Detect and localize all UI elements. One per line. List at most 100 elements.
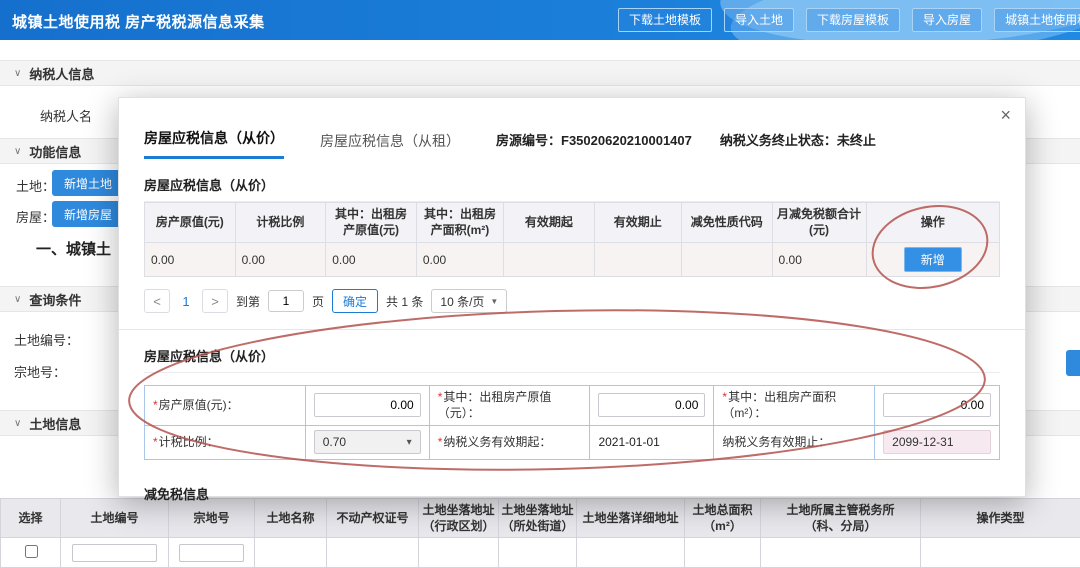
section-taxpayer-title: 纳税人信息 bbox=[29, 64, 94, 83]
reduction-section-title: 减免税信息 bbox=[144, 484, 1000, 510]
termination-status: 纳税义务终止状态：未终止 bbox=[720, 130, 876, 159]
col-select: 选择 bbox=[1, 499, 61, 538]
valid-from-label: *纳税义务有效期起： bbox=[429, 425, 590, 459]
section-taxpayer-info[interactable]: ∨ 纳税人信息 bbox=[0, 60, 1080, 86]
required-mark: * bbox=[153, 435, 158, 449]
col-original-value: 房产原值(元) bbox=[145, 203, 236, 243]
tax-ratio-select[interactable]: 0.70 ▾ bbox=[314, 430, 421, 454]
cell-original-value: 0.00 bbox=[145, 243, 236, 277]
query-button-partial[interactable] bbox=[1066, 350, 1080, 376]
original-value-label: *房产原值(元)： bbox=[145, 386, 306, 425]
pagination: < 1 > 到第 页 确定 共 1 条 10 条/页 ▼ bbox=[144, 289, 1000, 313]
add-land-button[interactable]: 新增土地 bbox=[52, 170, 124, 196]
section-divider bbox=[119, 329, 1025, 330]
valid-to-readonly-field: 2099-12-31 bbox=[883, 430, 991, 454]
required-mark: * bbox=[722, 390, 727, 404]
row-select-checkbox[interactable] bbox=[25, 545, 38, 558]
import-land-button[interactable]: 导入土地 bbox=[724, 8, 794, 32]
download-house-template-button[interactable]: 下载房屋模板 bbox=[806, 8, 900, 32]
label-text: 其中：出租房产原值（元）： bbox=[438, 390, 552, 420]
table-section-title: 房屋应税信息（从价） bbox=[144, 175, 1000, 202]
tab-house-tax-rental[interactable]: 房屋应税信息（从租） bbox=[320, 131, 460, 159]
ad-valorem-data-row: 0.00 0.00 0.00 0.00 0.00 新增 bbox=[145, 243, 1000, 277]
add-house-button[interactable]: 新增房屋 bbox=[52, 201, 124, 227]
modal-tabs-row: 房屋应税信息（从价） 房屋应税信息（从租） 房源编号：F350206202100… bbox=[144, 128, 1000, 159]
required-mark: * bbox=[153, 398, 158, 412]
ad-valorem-form: *房产原值(元)： *其中：出租房产原值（元）： *其中：出租房产面积（m²）：… bbox=[144, 385, 1000, 459]
header-button-group: 下载土地模板 导入土地 下载房屋模板 导入房屋 城镇土地使用税 房产 bbox=[618, 8, 1080, 32]
close-icon[interactable]: × bbox=[1000, 106, 1011, 124]
cell-valid-to bbox=[594, 243, 681, 277]
import-house-button[interactable]: 导入房屋 bbox=[912, 8, 982, 32]
rented-area-input[interactable] bbox=[883, 393, 991, 417]
original-value-input[interactable] bbox=[314, 393, 421, 417]
land-no-label: 土地编号： bbox=[14, 330, 79, 349]
status-value: 未终止 bbox=[837, 133, 876, 148]
label-text: 房产原值(元)： bbox=[159, 398, 239, 412]
parcel-no-label: 宗地号： bbox=[14, 362, 66, 381]
parcel-no-cell-input[interactable] bbox=[179, 544, 244, 562]
cell-reduction-code bbox=[681, 243, 772, 277]
label-text: 纳税义务有效期止： bbox=[722, 435, 830, 449]
col-valid-to: 有效期止 bbox=[594, 203, 681, 243]
col-valid-from: 有效期起 bbox=[504, 203, 595, 243]
page-size-value: 10 条/页 bbox=[440, 293, 484, 310]
status-label: 纳税义务终止状态： bbox=[720, 133, 837, 148]
house-tax-modal: × 房屋应税信息（从价） 房屋应税信息（从租） 房源编号：F3502062021… bbox=[118, 97, 1026, 497]
col-monthly-reduction: 月减免税额合计(元) bbox=[772, 203, 866, 243]
col-operation: 操作 bbox=[866, 203, 999, 243]
goto-unit: 页 bbox=[312, 293, 324, 310]
section-land-title: 土地信息 bbox=[29, 414, 81, 433]
goto-page-input[interactable] bbox=[268, 290, 304, 312]
taxpayer-name-label: 纳税人名 bbox=[40, 106, 92, 125]
land-no-cell-input[interactable] bbox=[72, 544, 156, 562]
ad-valorem-header-row: 房产原值(元) 计税比例 其中：出租房产原值(元) 其中：出租房产面积(m²) … bbox=[145, 203, 1000, 243]
collapse-caret-icon: ∨ bbox=[14, 146, 21, 157]
prev-page-button[interactable]: < bbox=[144, 289, 170, 313]
page-number[interactable]: 1 bbox=[178, 294, 194, 309]
valid-to-value: 2099-12-31 bbox=[892, 435, 953, 449]
collapse-caret-icon: ∨ bbox=[14, 68, 21, 79]
section-query-title: 查询条件 bbox=[29, 290, 81, 309]
goto-confirm-button[interactable]: 确定 bbox=[332, 289, 378, 313]
app-title: 城镇土地使用税 房产税税源信息采集 bbox=[12, 11, 265, 32]
land-house-tax-button[interactable]: 城镇土地使用税 房产 bbox=[994, 8, 1080, 32]
land-table-row bbox=[1, 538, 1080, 568]
cell-valid-from bbox=[504, 243, 595, 277]
house-code-label: 房源编号： bbox=[496, 133, 561, 148]
form-row-2: *计税比例： 0.70 ▾ *纳税义务有效期起： 2021-01-01 纳税义务… bbox=[145, 425, 1000, 459]
download-land-template-button[interactable]: 下载土地模板 bbox=[618, 8, 712, 32]
tax-ratio-label: *计税比例： bbox=[145, 425, 306, 459]
label-text: 纳税义务有效期起： bbox=[443, 435, 551, 449]
cell-tax-ratio: 0.00 bbox=[235, 243, 326, 277]
col-rented-area: 其中：出租房产面积(m²) bbox=[416, 203, 503, 243]
tax-ratio-value: 0.70 bbox=[323, 435, 346, 449]
add-row-button[interactable]: 新增 bbox=[904, 247, 962, 272]
tab-house-tax-ad-valorem[interactable]: 房屋应税信息（从价） bbox=[144, 128, 284, 159]
ad-valorem-table: 房产原值(元) 计税比例 其中：出租房产原值(元) 其中：出租房产面积(m²) … bbox=[144, 202, 1000, 277]
cell-rented-area: 0.00 bbox=[416, 243, 503, 277]
house-code-value: F35020620210001407 bbox=[561, 133, 692, 148]
rented-value-input[interactable] bbox=[598, 393, 705, 417]
page-size-select[interactable]: 10 条/页 ▼ bbox=[431, 289, 507, 313]
rented-area-label: *其中：出租房产面积（m²）： bbox=[714, 386, 875, 425]
col-rented-value: 其中：出租房产原值(元) bbox=[326, 203, 417, 243]
app-header: 城镇土地使用税 房产税税源信息采集 下载土地模板 导入土地 下载房屋模板 导入房… bbox=[0, 0, 1080, 40]
label-text: 其中：出租房产面积（m²）： bbox=[722, 390, 836, 420]
valid-from-value[interactable]: 2021-01-01 bbox=[598, 435, 659, 449]
goto-label: 到第 bbox=[236, 293, 260, 310]
collapse-caret-icon: ∨ bbox=[14, 418, 21, 429]
label-text: 计税比例： bbox=[159, 435, 219, 449]
form-section-title: 房屋应税信息（从价） bbox=[144, 346, 1000, 373]
form-row-1: *房产原值(元)： *其中：出租房产原值（元）： *其中：出租房产面积（m²）： bbox=[145, 386, 1000, 425]
page-main-heading: 一、城镇土 bbox=[36, 238, 111, 259]
select-caret-icon: ▾ bbox=[407, 437, 412, 448]
cell-rented-value: 0.00 bbox=[326, 243, 417, 277]
land-row-label: 土地： bbox=[16, 176, 55, 195]
required-mark: * bbox=[438, 390, 443, 404]
required-mark: * bbox=[438, 435, 443, 449]
col-reduction-code: 减免性质代码 bbox=[681, 203, 772, 243]
section-function-title: 功能信息 bbox=[29, 142, 81, 161]
valid-to-label: 纳税义务有效期止： bbox=[714, 425, 875, 459]
next-page-button[interactable]: > bbox=[202, 289, 228, 313]
